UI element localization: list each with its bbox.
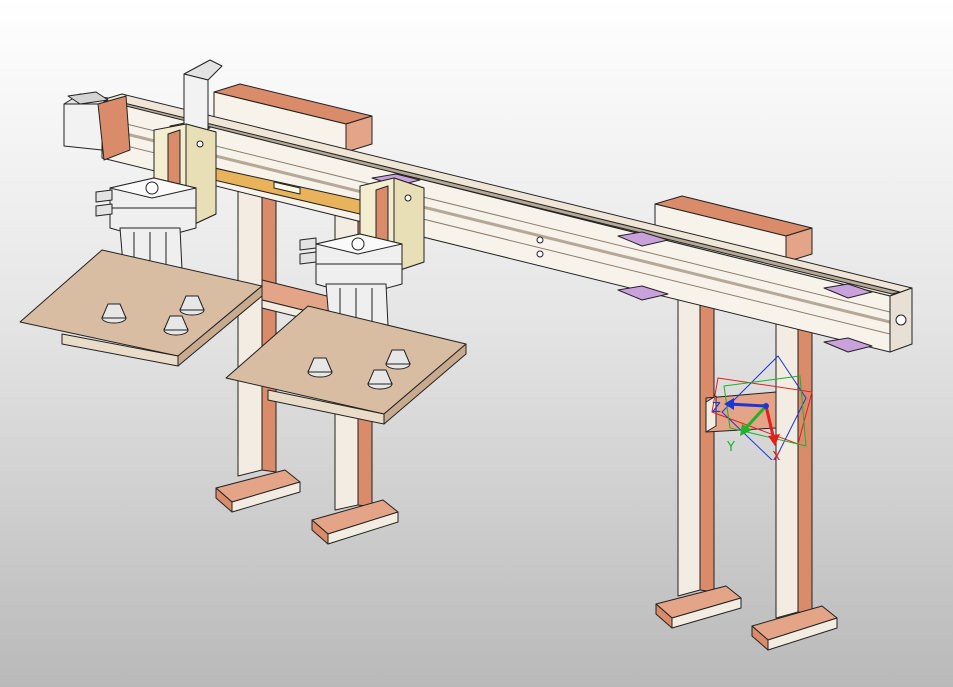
x-axis-arrow [764,405,776,441]
cardboard-sheet-1 [19,249,263,367]
triad-origin [763,403,769,409]
y-axis-label: Y [726,440,735,455]
triad-plane-xz [723,375,807,447]
3d-viewport[interactable]: Z Y X [0,0,953,687]
x-axis-label: X [772,450,781,460]
x-axis-head [768,434,780,446]
coordinate-triad[interactable]: Z Y X [700,350,820,460]
y-axis-arrow [742,404,768,432]
z-axis-label: Z [712,401,721,416]
gantry-model[interactable] [0,0,953,687]
right-leg-rear [655,291,742,629]
